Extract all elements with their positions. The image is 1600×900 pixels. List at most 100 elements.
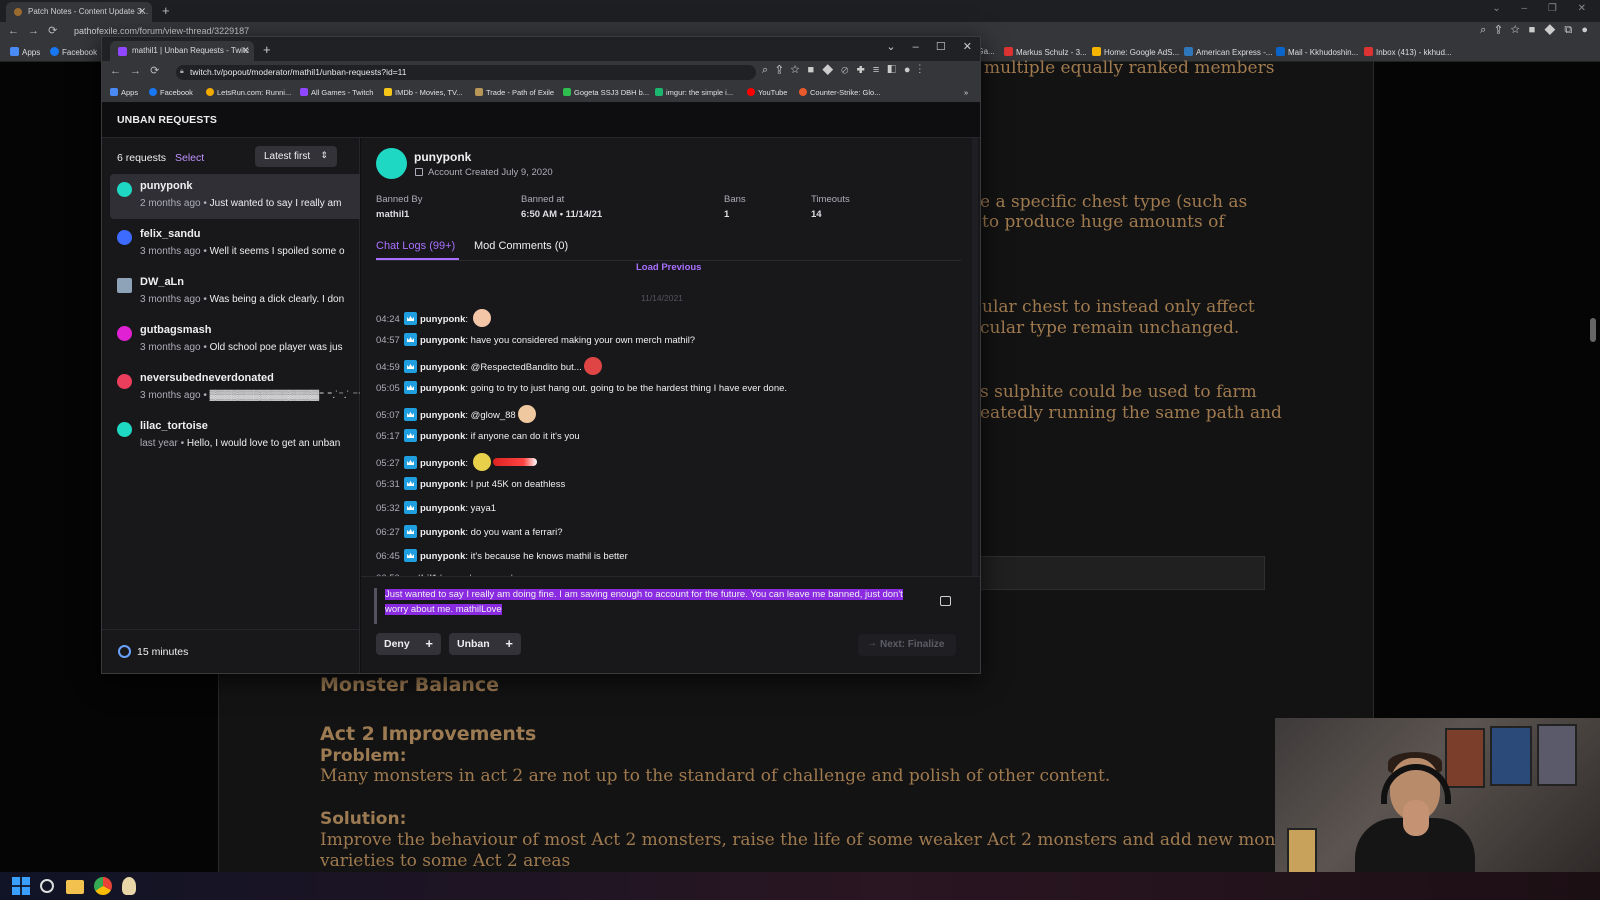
arrow-right-icon: → <box>867 638 877 649</box>
bookmark-facebook[interactable]: Facebook <box>50 47 97 57</box>
subscriber-badge-icon <box>404 549 417 562</box>
bookmark-google-ads[interactable]: Home: Google AdS... <box>1092 47 1179 57</box>
subscriber-badge-icon <box>404 477 417 490</box>
bookmark-facebook[interactable]: Facebook <box>149 88 193 97</box>
subscriber-badge-icon <box>404 456 417 469</box>
background-nav-icons[interactable]: ← → ⟳ <box>8 24 57 37</box>
new-tab-icon[interactable]: + <box>162 3 170 18</box>
active-tab-indicator <box>376 258 459 260</box>
patch-text-line: eatedly running the same path and <box>980 403 1282 423</box>
request-item[interactable]: punyponk 2 months ago • Just wanted to s… <box>110 174 360 219</box>
plus-icon[interactable]: + <box>505 636 513 651</box>
bookmark-youtube[interactable]: YouTube <box>747 88 787 97</box>
app-icon[interactable] <box>122 877 136 895</box>
request-item[interactable]: felix_sandu 3 months ago • Well it seems… <box>110 222 360 267</box>
avatar <box>117 374 132 389</box>
report-message-icon[interactable] <box>940 596 951 606</box>
background-extension-icons[interactable]: ⌕ ⇪ ☆ ■ ◆ ⧉ ● <box>1480 24 1588 37</box>
subscriber-badge-icon <box>404 381 417 394</box>
popup-nav-icons[interactable]: ← → ⟳ <box>110 64 159 77</box>
bookmark-csgo[interactable]: Counter-Strike: Glo... <box>799 88 880 97</box>
request-item[interactable]: gutbagsmash 3 months ago • Old school po… <box>110 318 360 363</box>
poe-favicon-icon <box>14 8 22 16</box>
chat-log-row: 06:45 punyponk: it's because he knows mat… <box>376 549 628 562</box>
bookmark-apps[interactable]: Apps <box>110 88 138 97</box>
chat-log-row: 05:17 punyponk: if anyone can do it it's … <box>376 429 580 442</box>
plus-icon[interactable]: + <box>425 636 433 651</box>
bookmark-gogeta[interactable]: Gogeta SSJ3 DBH b... <box>563 88 649 97</box>
chat-log-row: 06:27 punyponk: do you want a ferrari? <box>376 525 563 538</box>
solution-label: Solution: <box>320 809 407 829</box>
popup-url-text: twitch.tv/popout/moderator/mathil1/unban… <box>190 67 407 77</box>
bookmark-apps[interactable]: Apps <box>10 47 40 57</box>
popup-url-field[interactable]: 🔒︎ twitch.tv/popout/moderator/mathil1/un… <box>176 65 756 80</box>
background-tab[interactable]: Patch Notes - Content Update 3... ✕ <box>6 2 152 22</box>
bookmark-imdb[interactable]: IMDb - Movies, TV... <box>384 88 463 97</box>
subscriber-badge-icon <box>404 408 417 421</box>
bookmarks-overflow-icon[interactable]: » <box>964 88 968 97</box>
bookmark-imgur[interactable]: imgur: the simple i... <box>655 88 733 97</box>
log-date: 11/14/2021 <box>641 293 683 303</box>
detail-scrollbar[interactable] <box>972 138 978 576</box>
subscriber-badge-icon <box>404 525 417 538</box>
chat-log-row: 04:59 punyponk: @RespectedBandito but... <box>376 357 602 375</box>
tab-mod-comments[interactable]: Mod Comments (0) <box>474 240 568 252</box>
patch-text-line: ular chest to instead only affect <box>982 297 1255 317</box>
unban-button[interactable]: Unban + <box>449 633 521 655</box>
unban-message-area: Just wanted to say I really am doing fin… <box>361 576 980 673</box>
request-item[interactable]: lilac_tortoise last year • Hello, I woul… <box>110 414 360 459</box>
tab-chat-logs[interactable]: Chat Logs (99+) <box>376 240 455 252</box>
bookmark-inbox[interactable]: Inbox (413) - kkhud... <box>1364 47 1452 57</box>
file-explorer-icon[interactable] <box>66 880 84 894</box>
request-item[interactable]: DW_aLn 3 months ago • Was being a dick c… <box>110 270 360 315</box>
emote-icon <box>472 309 491 327</box>
popup-window-controls[interactable]: ⌄ – ☐ ✕ <box>886 40 972 53</box>
deny-button[interactable]: Deny + <box>376 633 441 655</box>
request-detail-panel: punyponk Account Created July 9, 2020 Ba… <box>361 138 980 673</box>
subscriber-badge-icon <box>404 312 417 325</box>
next-finalize-button[interactable]: → Next: Finalize <box>858 634 956 656</box>
detail-username[interactable]: punyponk <box>414 150 471 164</box>
close-icon[interactable]: ✕ <box>138 6 146 17</box>
popup-window: mathil1 | Unban Requests - Twitc ✕ + ⌄ –… <box>101 36 981 674</box>
unban-message: Just wanted to say I really am doing fin… <box>385 589 903 615</box>
subscriber-badge-icon <box>404 501 417 514</box>
unban-label: Unban <box>457 638 490 650</box>
select-link[interactable]: Select <box>175 152 204 164</box>
patch-text-line: cular type remain unchanged. <box>980 318 1240 338</box>
subscriber-badge-icon <box>404 360 417 373</box>
bookmark-markus-schulz[interactable]: Markus Schulz - 3... <box>1004 47 1087 57</box>
background-url[interactable]: pathofexile.com/forum/view-thread/322918… <box>74 26 249 36</box>
bookmark-poe-trade[interactable]: Trade - Path of Exile <box>475 88 554 97</box>
subscriber-badge-icon <box>404 429 417 442</box>
popup-tab[interactable]: mathil1 | Unban Requests - Twitc ✕ <box>110 41 254 61</box>
patch-text-line: s sulphite could be used to farm <box>980 382 1257 402</box>
patch-text-line: e a specific chest type (such as <box>980 192 1248 212</box>
emote-icon <box>517 405 536 423</box>
avatar <box>117 230 132 245</box>
popup-extension-icons[interactable]: ⌕ ⇪ ☆ ■ ◆ ⊘ ✚ ≡ ◧ ● ⋮ <box>762 64 921 77</box>
emote-icon <box>472 453 491 471</box>
webcam-overlay <box>1275 718 1600 886</box>
close-icon[interactable]: ✕ <box>242 45 250 56</box>
window-controls[interactable]: ⌄ – ❐ ✕ <box>1492 3 1586 14</box>
timer-footer: 15 minutes <box>102 629 360 673</box>
poster-image <box>1490 726 1532 786</box>
bookmark-twitch-games[interactable]: All Games - Twitch <box>300 88 373 97</box>
request-item[interactable]: neversubedneverdonated 3 months ago • ▓▓… <box>110 366 360 411</box>
bookmark-american-express[interactable]: American Express -... <box>1184 47 1272 57</box>
page-scrollbar[interactable] <box>1590 318 1596 342</box>
load-previous-link[interactable]: Load Previous <box>636 262 701 273</box>
search-icon[interactable] <box>40 879 54 893</box>
bookmark-mail[interactable]: Mail - Kkhudoshin... <box>1276 47 1358 57</box>
chat-log-row: 05:05 punyponk: going to try to just hang… <box>376 381 788 394</box>
chrome-icon[interactable] <box>94 877 112 895</box>
emote-icon <box>492 458 537 466</box>
act2-heading: Act 2 Improvements <box>320 723 537 745</box>
monster-balance-heading: Monster Balance <box>320 674 500 696</box>
sort-label: Latest first <box>264 151 311 162</box>
sort-dropdown[interactable]: Latest first ⇕ <box>255 146 337 167</box>
bookmark-letsrun[interactable]: LetsRun.com: Runni... <box>206 88 291 97</box>
next-finalize-label: Next: Finalize <box>880 639 945 650</box>
new-tab-icon[interactable]: + <box>263 42 271 57</box>
